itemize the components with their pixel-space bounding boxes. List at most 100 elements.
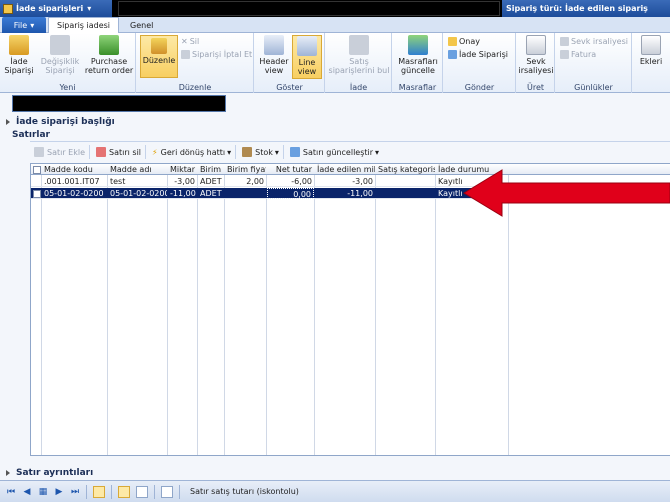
last-record-icon[interactable]: ⏭ (70, 487, 80, 497)
return-line-button[interactable]: ⚡ Geri dönüş hattı ▾ (148, 145, 237, 159)
line-details-section[interactable]: Satır ayrıntıları (0, 467, 670, 478)
expand-triangle-icon (6, 118, 10, 125)
column-divider (197, 164, 198, 455)
inventory-button[interactable]: Stok ▾ (238, 145, 284, 159)
col-header-sales-category[interactable]: Satış kategorisi (376, 164, 435, 175)
update-line-button[interactable]: Satırı güncelleştir ▾ (286, 145, 383, 159)
status-divider (86, 484, 87, 499)
find-sales-orders-button[interactable]: Satış siparişlerini bul (328, 35, 390, 75)
group-yeni: İade Siparişi Değişiklik Siparişi Purcha… (0, 33, 136, 93)
delete-button[interactable]: ✕ Sil (181, 36, 199, 47)
update-charges-button[interactable]: Masrafları güncelle (395, 35, 441, 75)
group-duzenle: Düzenle ✕ Sil Siparişi İptal Et Düzenle (137, 33, 254, 93)
new-return-order-button[interactable]: İade Siparişi (4, 35, 34, 75)
edit-button[interactable]: Düzenle (140, 35, 178, 78)
title-bar: İade siparişleri ▾ Sipariş türü: İade ed… (0, 0, 670, 17)
group-label-masraflar: Masraflar (398, 83, 437, 92)
column-divider (314, 164, 315, 455)
status-text: Satır satış tutarı (iskontolu) (190, 487, 299, 496)
record-list-icon[interactable]: ▦ (38, 487, 48, 497)
column-divider (167, 164, 168, 455)
col-header-unit[interactable]: Birim (198, 164, 224, 175)
pencil-icon (151, 38, 167, 54)
title-dropdown-icon[interactable]: ▾ (87, 4, 91, 13)
cell-unit: ADET (200, 177, 222, 186)
redacted-header-field (12, 95, 226, 112)
cell-unit-price (225, 188, 266, 199)
first-record-icon[interactable]: ⏮ (6, 487, 16, 497)
chevron-down-icon: ▾ (375, 147, 380, 157)
line-view-icon (297, 36, 317, 56)
header-view-icon (264, 35, 284, 55)
attachment-icon (641, 35, 661, 55)
cell-returned-qty: -11,00 (347, 189, 373, 198)
next-record-icon[interactable]: ▶ (54, 487, 64, 497)
confirmation-button[interactable]: Onay (448, 36, 480, 47)
note-icon[interactable] (161, 485, 173, 498)
invoice-icon (560, 50, 569, 59)
column-divider (266, 164, 267, 455)
cell-unit-price: 2,00 (246, 177, 264, 186)
ribbon: İade Siparişi Değişiklik Siparişi Purcha… (0, 33, 670, 93)
packing-slip-journal-button[interactable]: Sevk irsaliyesi (560, 36, 628, 47)
edit-mode-icon[interactable] (93, 485, 105, 498)
add-line-button[interactable]: Satır Ekle (30, 145, 91, 159)
previous-record-icon[interactable]: ◀ (22, 487, 32, 497)
packing-slip-icon (526, 35, 546, 55)
group-gonder: Onay İade Siparişi Gönder (444, 33, 516, 93)
status-divider (111, 484, 112, 499)
window-title: İade siparişleri ▾ (0, 0, 112, 17)
lightning-icon: ⚡ (152, 147, 158, 157)
change-order-button[interactable]: Değişiklik Siparişi (38, 35, 82, 75)
add-line-icon (34, 147, 44, 157)
col-header-net-amount[interactable]: Net tutar (267, 164, 314, 175)
row-checkbox[interactable] (33, 190, 41, 198)
cell-net-amount[interactable]: 0,00 (267, 188, 314, 199)
cell-returned-qty: -3,00 (352, 177, 373, 186)
group-label-duzenle: Düzenle (178, 83, 212, 92)
select-all-checkbox[interactable] (33, 166, 41, 174)
column-divider (435, 164, 436, 455)
arrow-shape (463, 169, 670, 217)
order-type-label: Sipariş türü: İade edilen sipariş (502, 0, 670, 17)
return-order-send-button[interactable]: İade Siparişi (448, 49, 508, 60)
cell-quantity: -3,00 (174, 177, 195, 186)
lines-toolbar: Satır Ekle Satırı sil ⚡ Geri dönüş hattı… (30, 144, 670, 160)
delete-line-icon (96, 147, 107, 157)
file-tab[interactable]: File ▾ (2, 17, 46, 33)
header-view-button[interactable]: Header view (258, 35, 290, 75)
delete-line-button[interactable]: Satırı sil (92, 145, 147, 159)
form-view-icon[interactable] (136, 485, 148, 498)
chevron-down-icon: ▾ (274, 147, 279, 157)
invoice-journal-button[interactable]: Fatura (560, 49, 596, 60)
app-title: İade siparişleri (16, 4, 84, 13)
confirmation-icon (448, 37, 457, 46)
col-header-unit-price[interactable]: Birim fiyat (225, 164, 266, 175)
purchase-return-icon (99, 35, 119, 55)
expand-triangle-icon (6, 469, 10, 476)
return-document-icon (448, 50, 457, 59)
grid-view-icon[interactable] (118, 485, 130, 498)
change-document-icon (50, 35, 70, 55)
cell-item-code: .001.001.IT07 (44, 177, 100, 186)
chevron-down-icon: ▾ (227, 147, 232, 157)
col-header-returned-qty[interactable]: İade edilen mik. (315, 164, 375, 175)
update-line-icon (289, 147, 300, 157)
attachments-button[interactable]: Ekleri (635, 35, 667, 66)
find-orders-icon (349, 35, 369, 55)
group-label-goster: Göster (276, 83, 303, 92)
red-arrow-annotation (463, 169, 670, 217)
col-header-quantity[interactable]: Miktar (168, 164, 197, 175)
lines-section-title: Satırlar (12, 130, 50, 140)
purchase-return-order-button[interactable]: Purchase return order (84, 35, 134, 75)
col-header-item-code[interactable]: Madde kodu (42, 164, 107, 175)
cancel-order-button[interactable]: Siparişi İptal Et (181, 49, 252, 60)
packing-slip-button[interactable]: Sevk irsaliyesi (518, 35, 554, 75)
group-label-gunlukler: Günlükler (574, 83, 613, 92)
tab-siparis-iadesi[interactable]: Sipariş iadesi (48, 17, 120, 33)
header-section[interactable]: İade siparişi başlığı (0, 116, 670, 127)
line-view-button[interactable]: Line view (292, 35, 322, 79)
tab-genel[interactable]: Genel (122, 17, 161, 33)
col-header-item-name[interactable]: Madde adı (108, 164, 167, 175)
app-icon (3, 3, 13, 14)
